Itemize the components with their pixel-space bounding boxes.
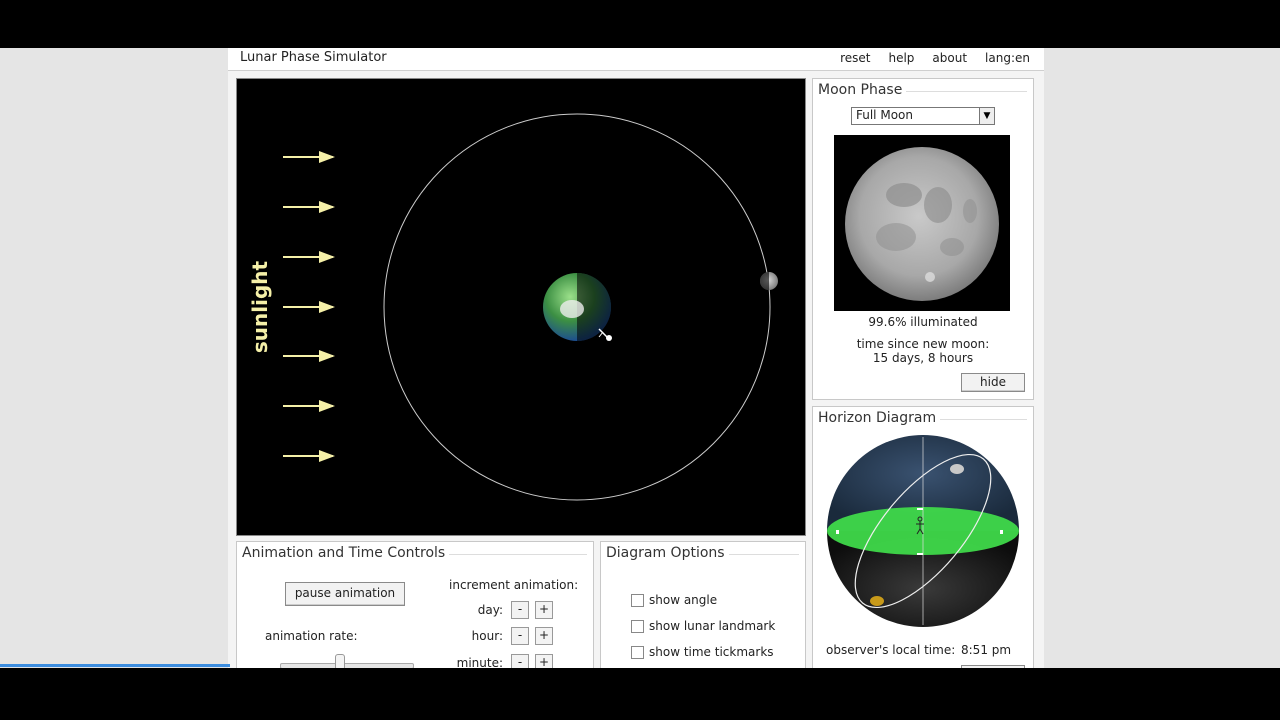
time-since-label: time since new moon: xyxy=(856,337,990,351)
show-angle-label: show angle xyxy=(649,593,718,607)
title-bar: Lunar Phase Simulator reset help about l… xyxy=(228,48,1044,71)
show-time-tickmarks-checkbox[interactable] xyxy=(631,646,644,659)
browser-viewport: Lunar Phase Simulator reset help about l… xyxy=(0,48,1280,668)
observer-icon[interactable] xyxy=(598,328,612,341)
day-decrement-button[interactable]: - xyxy=(511,601,529,619)
top-menu: reset help about lang:en xyxy=(840,51,1030,65)
local-time-label: observer's local time: xyxy=(826,643,956,657)
animation-rate-label: animation rate: xyxy=(265,629,358,643)
diagram-options-title: Diagram Options xyxy=(606,545,729,561)
show-lunar-landmark-checkbox[interactable] xyxy=(631,620,644,633)
moon-position-icon xyxy=(950,464,964,474)
panel-divider xyxy=(935,419,1027,420)
taskbar-highlight xyxy=(0,664,230,667)
moon-phase-image xyxy=(834,135,1010,311)
horizon-diagram-panel: Horizon Diagram observer's local time: 8… xyxy=(812,406,1034,668)
animation-rate-slider-track[interactable] xyxy=(280,663,414,668)
orbit-view[interactable]: sunlight xyxy=(236,78,806,536)
panel-divider xyxy=(901,91,1027,92)
moon-phase-title: Moon Phase xyxy=(818,82,907,98)
panel-divider xyxy=(723,554,799,555)
animation-title: Animation and Time Controls xyxy=(242,545,450,561)
hour-label: hour: xyxy=(471,629,503,643)
diagram-options-panel: Diagram Options show angle show lunar la… xyxy=(600,541,806,668)
minute-label: minute: xyxy=(456,656,503,668)
hour-increment-button[interactable]: + xyxy=(535,627,553,645)
hide-horizon-button[interactable] xyxy=(961,665,1025,668)
show-lunar-landmark-label: show lunar landmark xyxy=(649,619,776,633)
moon-phase-panel: Moon Phase Full Moon ▼ 99.6% illuminated… xyxy=(812,78,1034,400)
illuminated-percent: 99.6% illuminated xyxy=(868,315,978,329)
about-link[interactable]: about xyxy=(932,51,967,65)
hide-moon-phase-button[interactable]: hide xyxy=(961,373,1025,392)
local-time-value: 8:51 pm xyxy=(961,643,1012,657)
phase-select-value: Full Moon xyxy=(856,108,913,122)
orbit-diagram: sunlight xyxy=(248,113,778,501)
minute-decrement-button[interactable]: - xyxy=(511,654,529,668)
show-time-tickmarks-label: show time tickmarks xyxy=(649,645,774,659)
increment-label: increment animation: xyxy=(449,578,579,592)
horizon-sphere[interactable] xyxy=(823,435,1023,635)
day-increment-button[interactable]: + xyxy=(535,601,553,619)
help-link[interactable]: help xyxy=(888,51,914,65)
day-label: day: xyxy=(477,603,503,617)
horizon-title: Horizon Diagram xyxy=(818,410,941,426)
hour-decrement-button[interactable]: - xyxy=(511,627,529,645)
simulator-app: Lunar Phase Simulator reset help about l… xyxy=(228,48,1044,668)
pause-animation-button[interactable]: pause animation xyxy=(285,582,405,606)
panel-divider xyxy=(445,554,587,555)
reset-link[interactable]: reset xyxy=(840,51,870,65)
sun-position-icon xyxy=(870,596,884,606)
language-link[interactable]: lang:en xyxy=(985,51,1030,65)
sunlight-arrows xyxy=(283,151,335,462)
chevron-down-icon[interactable]: ▼ xyxy=(979,108,994,124)
time-since-value: 15 days, 8 hours xyxy=(872,351,974,365)
phase-select[interactable]: Full Moon ▼ xyxy=(851,107,995,125)
minute-increment-button[interactable]: + xyxy=(535,654,553,668)
app-title: Lunar Phase Simulator xyxy=(240,50,387,65)
sunlight-label: sunlight xyxy=(248,260,272,353)
animation-rate-slider-thumb[interactable] xyxy=(335,654,345,668)
moon-icon[interactable] xyxy=(760,272,778,290)
animation-controls-panel: Animation and Time Controls pause animat… xyxy=(236,541,594,668)
show-angle-checkbox[interactable] xyxy=(631,594,644,607)
